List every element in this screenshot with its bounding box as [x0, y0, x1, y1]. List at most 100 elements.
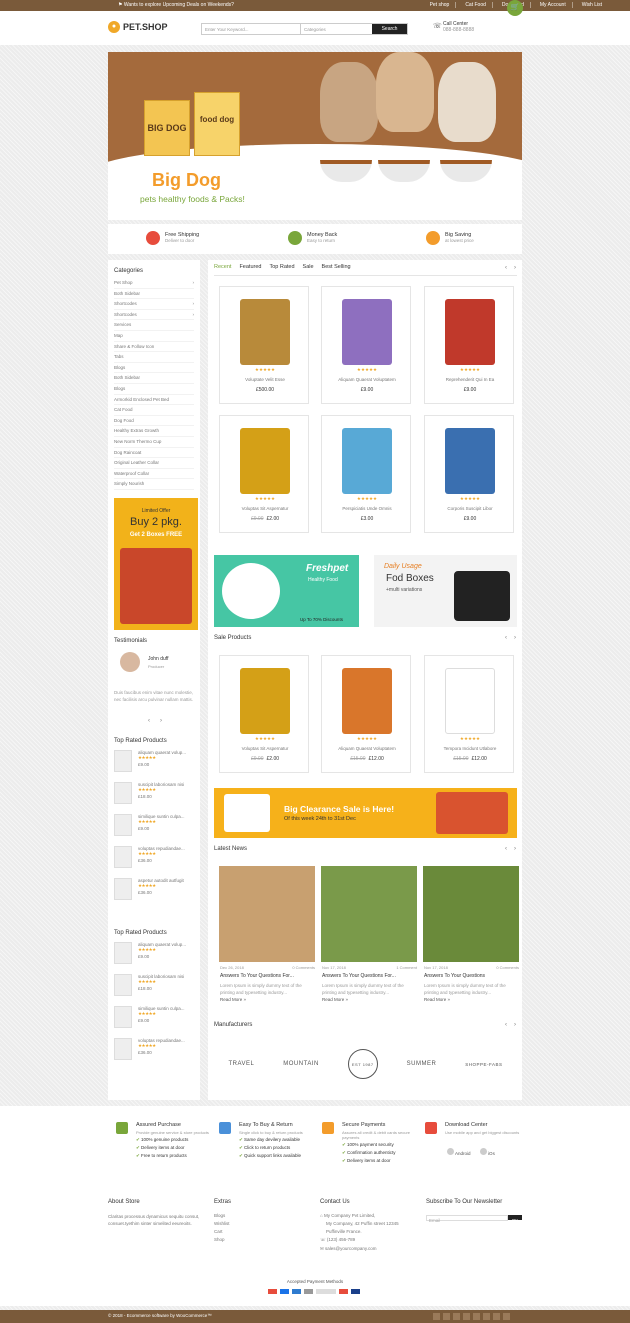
category-label[interactable]: Both Sidebar [114, 373, 140, 383]
next-arrow-icon[interactable]: › [514, 265, 516, 271]
top-rated-item[interactable]: similique suntin culpa... ★★★★★ £9.00 [114, 1002, 198, 1036]
news-next-icon[interactable]: › [514, 846, 516, 852]
category-item[interactable]: Pet Shop › [114, 278, 194, 289]
contact-line[interactable]: sales@yourcompany.com [325, 1246, 377, 1251]
link-pet-shop[interactable]: Pet shop [430, 2, 457, 8]
product-card[interactable]: ★★★★★ Tempora Incidunt Utlabore £15.00 £12.… [424, 655, 514, 773]
sale-next-icon[interactable]: › [514, 635, 516, 641]
product-card[interactable]: ★★★★★ Perspiciatis Unde Omnis £3.00 [321, 415, 411, 533]
category-item[interactable]: Blogs [114, 363, 194, 374]
news-comments[interactable]: 0 Comments [292, 965, 315, 970]
news-comments[interactable]: 0 Comments [496, 965, 519, 970]
link-wish-list[interactable]: Wish List [582, 2, 608, 8]
category-label[interactable]: Original Leather Collar [114, 458, 159, 468]
manufacturer-logo[interactable]: EST 1987 [347, 1049, 378, 1079]
offer-banner[interactable]: Limited Offer Buy 2 pkg. Get 2 Boxes FRE… [114, 498, 198, 630]
read-more-link[interactable]: Read More » [220, 996, 314, 1003]
prev-arrow-icon[interactable]: ‹ [505, 265, 507, 271]
extras-link[interactable]: Cart [214, 1229, 231, 1234]
category-item[interactable]: Share & Follow Icon [114, 342, 194, 353]
category-label[interactable]: Share & Follow Icon [114, 342, 154, 352]
category-item[interactable]: Waterproof Collar [114, 469, 194, 480]
mfr-next-icon[interactable]: › [514, 1022, 516, 1028]
android-icon[interactable] [447, 1148, 454, 1155]
email-input[interactable]: Email [426, 1215, 508, 1223]
category-item[interactable]: Cat Food [114, 405, 194, 416]
logo[interactable]: ● PET.SHOP [108, 21, 168, 33]
category-label[interactable]: Map [114, 331, 123, 341]
product-name[interactable]: Corporis Suscipit Libor [425, 506, 515, 511]
instagram-icon[interactable] [463, 1313, 470, 1320]
link-my-account[interactable]: My Account [540, 2, 573, 8]
news-comments[interactable]: 1 Comment [396, 965, 417, 970]
search-input[interactable]: Enter Your Keyword... [202, 24, 300, 34]
tab-recent[interactable]: Recent [214, 264, 231, 270]
category-label[interactable]: Healthy Extras Growth [114, 426, 159, 436]
category-item[interactable]: Tabs [114, 352, 194, 363]
youtube-icon[interactable] [483, 1313, 490, 1320]
apple-icon[interactable] [479, 1148, 487, 1155]
news-card[interactable]: Nov 17, 2018 1 Comment Answers To Your Que… [321, 866, 417, 1006]
category-item[interactable]: Blogs [114, 384, 194, 395]
category-label[interactable]: New Norm Thermo Cup [114, 437, 161, 447]
top-rated-item[interactable]: suscipit laboriosam nisi ★★★★★ £18.00 [114, 970, 198, 1004]
category-select[interactable]: Categories [300, 24, 372, 34]
product-card[interactable]: ★★★★★ Voluptas Sit Aspernatur £9.00 £2.00 [219, 655, 309, 773]
category-label[interactable]: Blogs [114, 363, 125, 373]
cart-icon[interactable]: 🛒 [507, 0, 523, 16]
category-item[interactable]: Services [114, 320, 194, 331]
category-label[interactable]: Waterproof Collar [114, 469, 149, 479]
category-label[interactable]: Simply Nourish [114, 479, 144, 489]
facebook-icon[interactable] [433, 1313, 440, 1320]
product-card[interactable]: ★★★★★ Corporis Suscipit Libor £9.00 [424, 415, 514, 533]
category-label[interactable]: Shortcodes [114, 310, 137, 320]
product-name[interactable]: Tempora Incidunt Utlabore [425, 746, 515, 751]
manufacturer-logo[interactable]: SUMMER [407, 1061, 437, 1067]
product-name[interactable]: Voluptas Sit Aspernatur [220, 506, 310, 511]
top-rated-item[interactable]: aspetur autodit autfugit ★★★★★ £36.00 [114, 874, 198, 908]
category-item[interactable]: Shortcodes › [114, 310, 194, 321]
testimonial-prev-icon[interactable]: ‹ [148, 718, 150, 724]
category-item[interactable]: Dog Food [114, 416, 194, 427]
category-item[interactable]: New Norm Thermo Cup [114, 437, 194, 448]
android-label[interactable]: Android [455, 1151, 471, 1156]
fod-boxes-banner[interactable]: Daily Usage Fod Boxes +multi variations [374, 555, 517, 627]
tab-best-selling[interactable]: Best Selling [322, 264, 351, 270]
twitter-icon[interactable] [443, 1313, 450, 1320]
category-label[interactable]: Tabs [114, 352, 124, 362]
category-label[interactable]: Dog Food [114, 416, 134, 426]
news-headline[interactable]: Answers To Your Questions For... [220, 973, 314, 979]
tab-sale[interactable]: Sale [303, 264, 314, 270]
product-card[interactable]: ★★★★★ Aliquam Quaerat Voluptatem £15.00 £12… [321, 655, 411, 773]
extras-link[interactable]: Blogs [214, 1213, 231, 1218]
category-label[interactable]: Services [114, 320, 131, 330]
testimonial-next-icon[interactable]: › [160, 718, 162, 724]
news-prev-icon[interactable]: ‹ [505, 846, 507, 852]
category-item[interactable]: Dog Raincoat [114, 448, 194, 459]
freshpet-banner[interactable]: Freshpet Healthy Food Up To 70% Discount… [214, 555, 359, 627]
manufacturer-logo[interactable]: SHOPPE-FABS [465, 1062, 502, 1067]
tab-featured[interactable]: Featured [239, 264, 261, 270]
category-label[interactable]: Both Sidebar [114, 289, 140, 299]
top-rated-item[interactable]: similique suntin culpa... ★★★★★ £9.00 [114, 810, 198, 844]
top-rated-item[interactable]: suscipit laboriosam nisi ★★★★★ £18.00 [114, 778, 198, 812]
news-headline[interactable]: Answers To Your Questions [424, 973, 518, 979]
mfr-prev-icon[interactable]: ‹ [505, 1022, 507, 1028]
link-cat-food[interactable]: Cat Food [465, 2, 493, 8]
manufacturer-logo[interactable]: MOUNTAIN [283, 1061, 319, 1067]
google-plus-icon[interactable] [473, 1313, 480, 1320]
clearance-banner[interactable]: Big Clearance Sale is Here! Of this week… [214, 788, 517, 838]
category-item[interactable]: Map [114, 331, 194, 342]
category-label[interactable]: Shortcodes [114, 299, 137, 309]
linkedin-icon[interactable] [493, 1313, 500, 1320]
product-name[interactable]: Voluptas Sit Aspernatur [220, 746, 310, 751]
search-button[interactable]: Search [372, 24, 407, 34]
category-label[interactable]: Cat Food [114, 405, 133, 415]
manufacturer-logo[interactable]: TRAVEL [228, 1061, 254, 1067]
product-card[interactable]: ★★★★★ Voluptate Velit Esse £500.00 [219, 286, 309, 404]
product-name[interactable]: Reprehenderit Qui In Ea [425, 377, 515, 382]
top-rated-item[interactable]: aliquam quaerat volup... ★★★★★ £9.00 [114, 746, 198, 780]
extras-link[interactable]: Wishlist [214, 1221, 231, 1226]
category-label[interactable]: Pet Shop [114, 278, 133, 288]
category-item[interactable]: Both Sidebar [114, 373, 194, 384]
